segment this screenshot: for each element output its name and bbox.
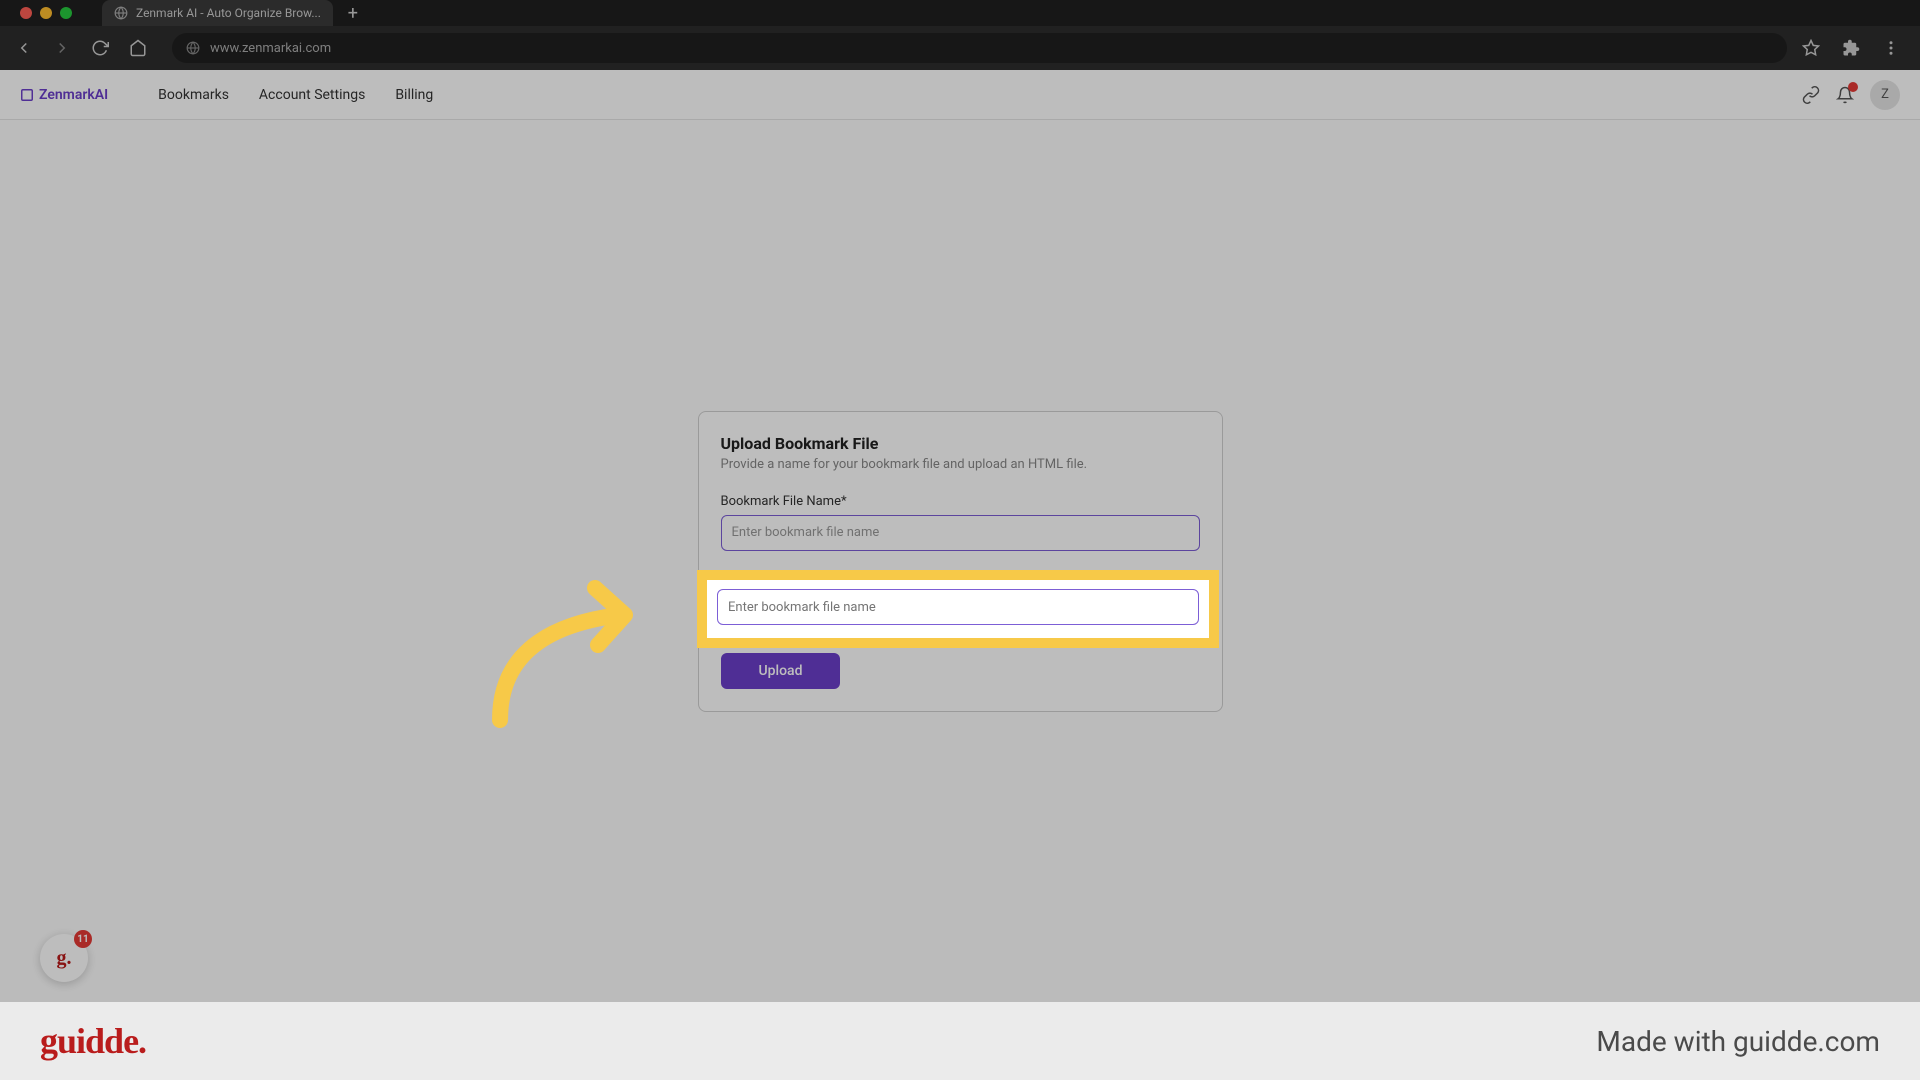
globe-icon: [114, 6, 128, 20]
name-label: Bookmark File Name*: [721, 494, 1200, 509]
globe-icon: [186, 41, 200, 55]
nav-link-bookmarks[interactable]: Bookmarks: [158, 87, 229, 103]
nav-link-account-settings[interactable]: Account Settings: [259, 87, 365, 103]
menu-icon[interactable]: [1877, 34, 1905, 62]
made-with-text: Made with guidde.com: [1596, 1025, 1880, 1058]
address-bar: www.zenmarkai.com: [0, 26, 1920, 70]
bookmark-file-name-input[interactable]: [721, 515, 1200, 551]
star-icon[interactable]: [1797, 34, 1825, 62]
app-header: ZenmarkAI Bookmarks Account Settings Bil…: [0, 70, 1920, 120]
notification-badge: [1848, 82, 1858, 92]
window-controls: [10, 7, 82, 19]
guidde-footer: guidde. Made with guidde.com: [0, 1002, 1920, 1080]
card-subtitle: Provide a name for your bookmark file an…: [721, 457, 1200, 472]
upload-card: Upload Bookmark File Provide a name for …: [698, 411, 1223, 712]
file-input[interactable]: Choose File No file chosen: [721, 592, 1200, 628]
browser-chrome: Zenmark AI - Auto Organize Brow... + www…: [0, 0, 1920, 70]
tab-bar: Zenmark AI - Auto Organize Brow... +: [0, 0, 1920, 26]
notifications-button[interactable]: [1836, 86, 1854, 104]
window-close[interactable]: [20, 7, 32, 19]
new-tab-button[interactable]: +: [343, 3, 363, 24]
reload-icon[interactable]: [86, 34, 114, 62]
card-title: Upload Bookmark File: [721, 434, 1200, 453]
url-text: www.zenmarkai.com: [210, 41, 331, 56]
url-bar[interactable]: www.zenmarkai.com: [172, 33, 1787, 63]
guidde-bubble-logo: g.: [57, 947, 72, 970]
upload-button[interactable]: Upload: [721, 653, 841, 689]
window-maximize[interactable]: [60, 7, 72, 19]
main-content: Upload Bookmark File Provide a name for …: [0, 120, 1920, 1002]
window-minimize[interactable]: [40, 7, 52, 19]
file-status: No file chosen: [823, 602, 926, 617]
guidde-bubble-badge: 11: [74, 930, 92, 948]
browser-tab[interactable]: Zenmark AI - Auto Organize Brow...: [102, 0, 333, 26]
upload-label: Upload File*: [721, 571, 1200, 586]
forward-icon[interactable]: [48, 34, 76, 62]
back-icon[interactable]: [10, 34, 38, 62]
avatar[interactable]: Z: [1870, 80, 1900, 110]
link-icon[interactable]: [1802, 86, 1820, 104]
nav-link-billing[interactable]: Billing: [395, 87, 433, 103]
app-logo[interactable]: ZenmarkAI: [20, 87, 108, 103]
home-icon[interactable]: [124, 34, 152, 62]
guidde-bubble[interactable]: g. 11: [40, 934, 88, 982]
tab-title: Zenmark AI - Auto Organize Brow...: [136, 6, 321, 20]
choose-file-button[interactable]: Choose File: [722, 593, 823, 627]
extensions-icon[interactable]: [1837, 34, 1865, 62]
guidde-logo: guidde.: [40, 1020, 146, 1062]
nav-links: Bookmarks Account Settings Billing: [158, 87, 433, 103]
